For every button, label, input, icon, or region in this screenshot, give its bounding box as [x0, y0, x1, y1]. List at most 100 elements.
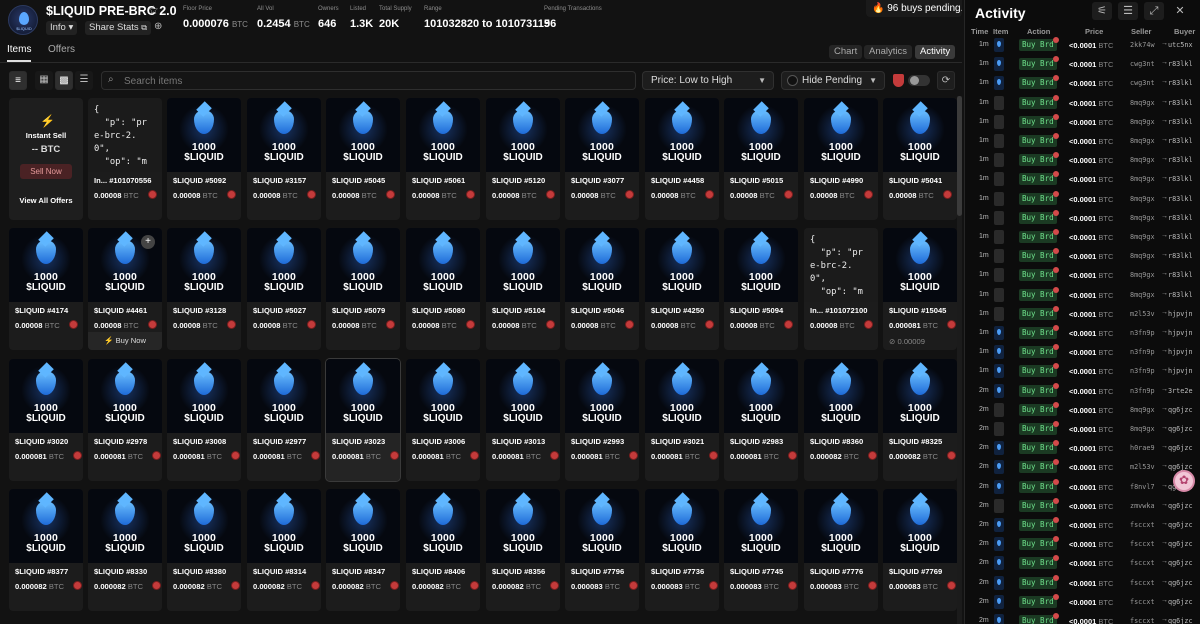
activity-seller[interactable]: 8mq9gx — [1130, 291, 1155, 299]
item-card[interactable]: 1000 $LIQUID $LIQUID #7769 0.000083 BTC — [883, 489, 957, 611]
activity-item-thumb[interactable] — [994, 383, 1004, 398]
item-card[interactable]: 1000 $LIQUID $LIQUID #3006 0.000081 BTC — [406, 359, 480, 481]
activity-item-thumb[interactable] — [994, 134, 1004, 148]
item-card[interactable]: 1000 $LIQUID $LIQUID #5045 0.00008 BTC — [326, 98, 400, 220]
item-card[interactable]: 1000 $LIQUID $LIQUID #5015 0.00008 BTC — [724, 98, 798, 220]
item-card[interactable]: 1000 $LIQUID $LIQUID #5079 0.00008 BTC — [326, 228, 400, 350]
activity-seller[interactable]: fsccxt — [1130, 579, 1155, 587]
activity-row[interactable]: 2m Buy Brd <0.0001 BTC m2l53v → qg6jzc — [965, 458, 1200, 477]
search-input[interactable] — [124, 74, 624, 88]
activity-row[interactable]: 1m Buy Brd <0.0001 BTC 8mq9gx → r83lkl — [965, 286, 1200, 305]
activity-seller[interactable]: 8mq9gx — [1130, 99, 1155, 107]
activity-buyer[interactable]: qg6jzc — [1168, 425, 1193, 433]
activity-seller[interactable]: 8mq9gx — [1130, 406, 1155, 414]
item-card[interactable]: 1000 $LIQUID $LIQUID #5061 0.00008 BTC — [406, 98, 480, 220]
pending-banner[interactable]: 🔥 96 buys pending... — [866, 0, 962, 17]
grid-small-icon[interactable]: ▩ — [55, 71, 73, 90]
activity-buyer[interactable]: r83lkl — [1168, 291, 1193, 299]
activity-buyer[interactable]: qg6jzc — [1168, 444, 1193, 452]
sliders-icon[interactable]: ⚟ — [1092, 2, 1112, 20]
activity-item-thumb[interactable] — [994, 556, 1004, 571]
activity-buyer[interactable]: r83lkl — [1168, 175, 1193, 183]
item-card[interactable]: 1000 $LIQUID $LIQUID #2978 0.000081 BTC — [88, 359, 162, 481]
item-card[interactable]: { "p": "pr e-brc-2. 0", "op": "m In... #1… — [88, 98, 162, 220]
activity-row[interactable]: 1m Buy Brd <0.0001 BTC 8mq9gx → r83lkl — [965, 247, 1200, 266]
activity-item-thumb[interactable] — [994, 345, 1004, 360]
item-card[interactable]: 1000 $LIQUID $LIQUID #15045 0.000081 BTC ⊘ 0… — [883, 228, 957, 350]
grid-scrollbar[interactable] — [957, 96, 962, 624]
activity-buyer[interactable]: r83lkl — [1168, 60, 1193, 68]
item-card[interactable]: 1000 $LIQUID $LIQUID #8325 0.000082 BTC — [883, 359, 957, 481]
view-all-offers-link[interactable]: View All Offers — [9, 196, 83, 205]
activity-seller[interactable]: 8mq9gx — [1130, 195, 1155, 203]
activity-row[interactable]: 2m Buy Brd <0.0001 BTC fsccxt → qg6jzc — [965, 593, 1200, 612]
item-card[interactable]: 1000 $LIQUID $LIQUID #8406 0.000082 BTC — [406, 489, 480, 611]
activity-buyer[interactable]: r83lkl — [1168, 79, 1193, 87]
globe-icon[interactable]: ⊕ — [154, 21, 162, 32]
activity-row[interactable]: 1m Buy Brd <0.0001 BTC 8mq9gx → r83lkl — [965, 151, 1200, 170]
activity-row[interactable]: 2m Buy Brd <0.0001 BTC fsccxt → qg6jzc — [965, 554, 1200, 573]
activity-row[interactable]: 1m Buy Brd <0.0001 BTC 8mq9gx → r83lkl — [965, 209, 1200, 228]
activity-seller[interactable]: zmvwka — [1130, 502, 1155, 510]
activity-buyer[interactable]: hjpvjn — [1168, 348, 1193, 356]
activity-row[interactable]: 2m Buy Brd <0.0001 BTC fsccxt → qg6jzc — [965, 612, 1200, 624]
item-card[interactable]: 1000 $LIQUID $LIQUID #8347 0.000082 BTC — [326, 489, 400, 611]
activity-item-thumb[interactable] — [994, 498, 1004, 513]
activity-seller[interactable]: 8mq9gx — [1130, 137, 1155, 145]
activity-seller[interactable]: 8mq9gx — [1130, 156, 1155, 164]
activity-seller[interactable]: cwg3nt — [1130, 60, 1155, 68]
activity-buyer[interactable]: qg6jzc — [1168, 406, 1193, 414]
activity-item-thumb[interactable] — [994, 230, 1004, 244]
activity-seller[interactable]: n3fn9p — [1130, 387, 1155, 395]
activity-seller[interactable]: fsccxt — [1130, 521, 1155, 529]
item-card[interactable]: 1000 $LIQUID $LIQUID #5120 0.00008 BTC — [486, 98, 560, 220]
tab-items[interactable]: Items — [7, 44, 31, 55]
item-card[interactable]: 1000 $LIQUID $LIQUID #5080 0.00008 BTC — [406, 228, 480, 350]
activity-buyer[interactable]: qg6jzc — [1168, 540, 1193, 548]
activity-item-thumb[interactable] — [994, 210, 1004, 225]
activity-buyer[interactable]: hjpvjn — [1168, 329, 1193, 337]
activity-item-thumb[interactable] — [994, 594, 1004, 609]
list-view-icon[interactable]: ☰ — [1118, 2, 1138, 20]
activity-row[interactable]: 1m Buy Brd <0.0001 BTC n3fn9p → hjpvjn — [965, 343, 1200, 362]
pending-select[interactable]: Hide Pending ▼ — [781, 71, 885, 90]
activity-buyer[interactable]: r83lkl — [1168, 195, 1193, 203]
activity-buyer[interactable]: r83lkl — [1168, 233, 1193, 241]
activity-item-thumb[interactable] — [994, 614, 1004, 624]
activity-buyer[interactable]: r83lkl — [1168, 118, 1193, 126]
item-card[interactable]: 1000 $LIQUID $LIQUID #3128 0.00008 BTC — [167, 228, 241, 350]
activity-row[interactable]: 2m Buy Brd <0.0001 BTC 8mq9gx → qg6jzc — [965, 401, 1200, 420]
item-card[interactable]: 1000 $LIQUID $LIQUID #3077 0.00008 BTC — [565, 98, 639, 220]
activity-item-thumb[interactable] — [994, 460, 1004, 475]
activity-row[interactable]: 1m Buy Brd <0.0001 BTC 8mq9gx → r83lkl — [965, 113, 1200, 132]
activity-seller[interactable]: fsccxt — [1130, 617, 1155, 624]
activity-item-thumb[interactable] — [994, 479, 1004, 494]
activity-item-thumb[interactable] — [994, 153, 1004, 168]
item-card[interactable]: 1000 $LIQUID $LIQUID #8360 0.000082 BTC — [804, 359, 878, 481]
activity-item-thumb[interactable] — [994, 441, 1004, 456]
activity-seller[interactable]: 8mq9gx — [1130, 233, 1155, 241]
item-card[interactable]: 1000 $LIQUID $LIQUID #8330 0.000082 BTC — [88, 489, 162, 611]
filter-icon[interactable]: ≡ — [9, 71, 27, 90]
activity-buyer[interactable]: hjpvjn — [1168, 310, 1193, 318]
item-card[interactable]: 1000 $LIQUID $LIQUID #4461 0.00008 BTC + ⚡ Bu… — [88, 228, 162, 350]
grid-large-icon[interactable]: ▦ — [35, 71, 53, 90]
activity-buyer[interactable]: r83lkl — [1168, 252, 1193, 260]
activity-item-thumb[interactable] — [994, 575, 1004, 590]
item-card[interactable]: 1000 $LIQUID $LIQUID #7776 0.000083 BTC — [804, 489, 878, 611]
item-card[interactable]: 1000 $LIQUID $LIQUID #5027 0.00008 BTC — [247, 228, 321, 350]
activity-row[interactable]: 1m Buy Brd <0.0001 BTC 8mq9gx → r83lkl — [965, 170, 1200, 189]
activity-seller[interactable]: 2kk74w — [1130, 41, 1155, 49]
activity-buyer[interactable]: r83lkl — [1168, 214, 1193, 222]
activity-row[interactable]: 1m Buy Brd <0.0001 BTC m2l53v → hjpvjn — [965, 305, 1200, 324]
activity-seller[interactable]: m2l53v — [1130, 463, 1155, 471]
activity-item-thumb[interactable] — [994, 326, 1004, 340]
item-card[interactable]: 1000 $LIQUID $LIQUID #5094 0.00008 BTC — [724, 228, 798, 350]
item-card[interactable]: 1000 $LIQUID $LIQUID #5046 0.00008 BTC — [565, 228, 639, 350]
refresh-icon[interactable]: ⟳ — [937, 71, 955, 90]
item-card[interactable]: 1000 $LIQUID $LIQUID #7796 0.000083 BTC — [565, 489, 639, 611]
activity-item-thumb[interactable] — [994, 287, 1004, 302]
activity-seller[interactable]: h0rae9 — [1130, 444, 1155, 452]
activity-item-thumb[interactable] — [994, 191, 1004, 206]
item-card[interactable]: 1000 $LIQUID $LIQUID #3023 0.000081 BTC — [325, 358, 401, 482]
